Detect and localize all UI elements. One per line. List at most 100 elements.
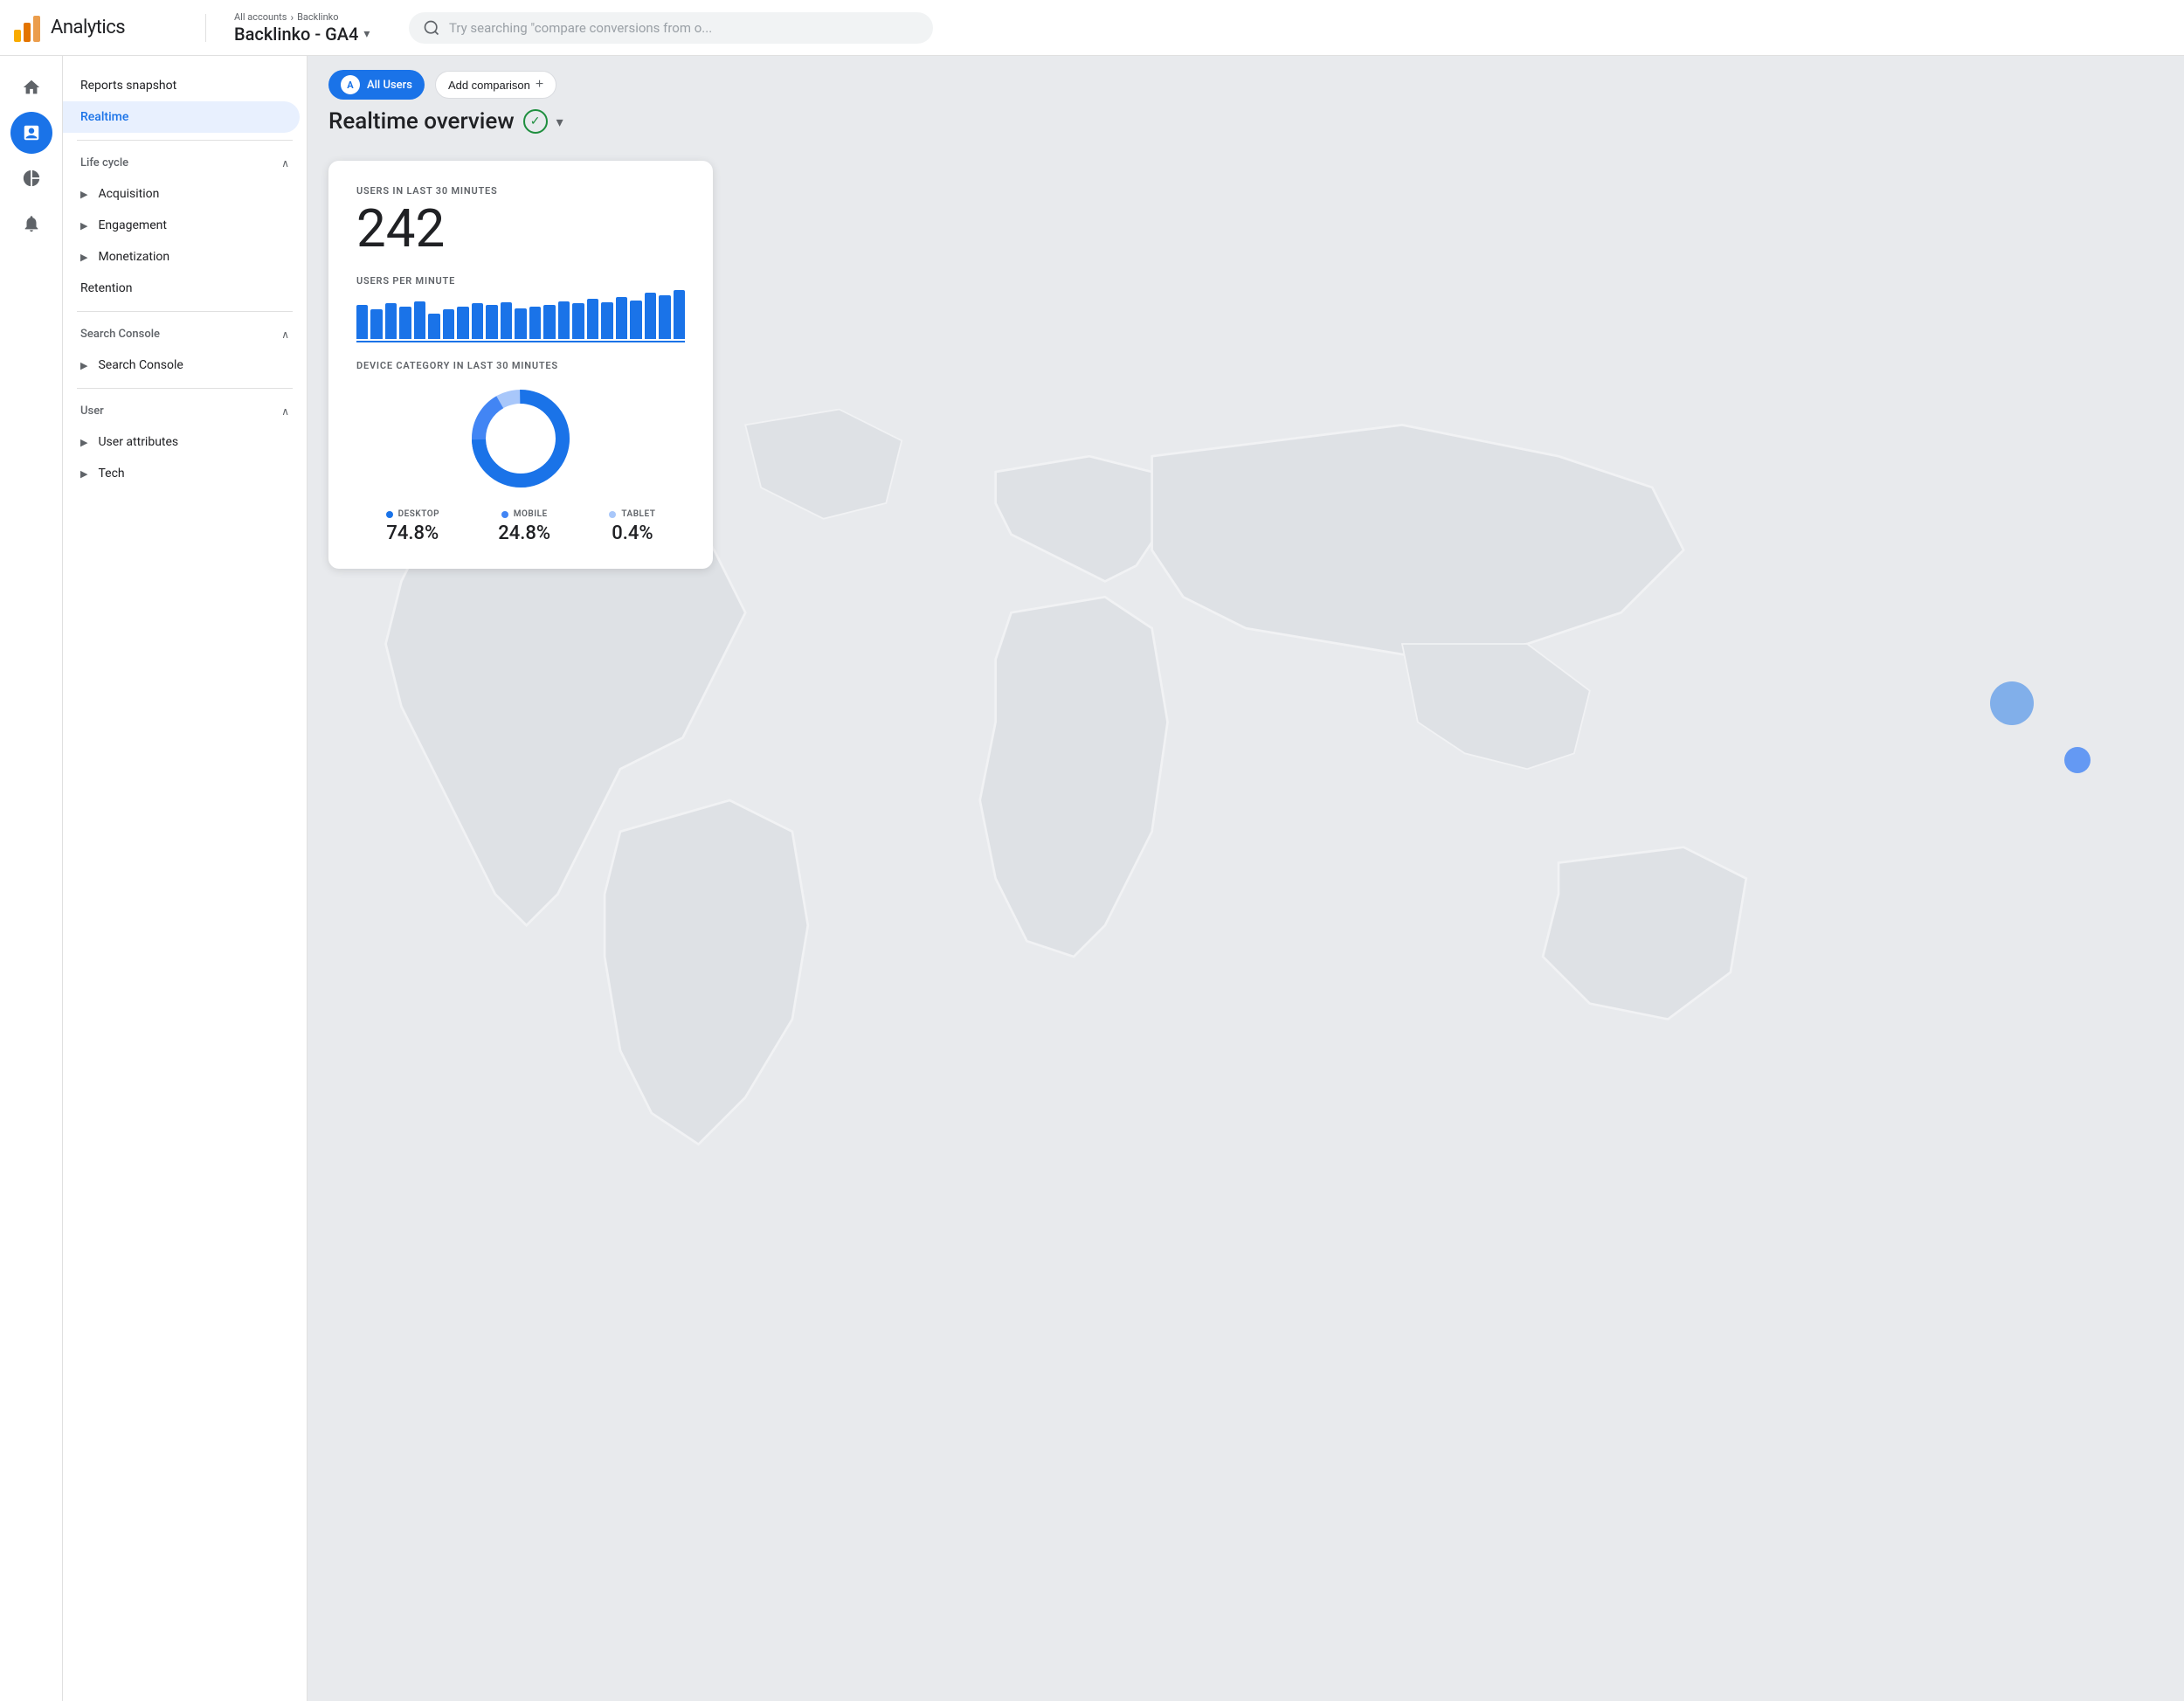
nav-home[interactable] [10, 66, 52, 108]
bar-chart-bar [616, 297, 627, 339]
all-users-chip[interactable]: A All Users [328, 70, 425, 100]
breadcrumb-account: Backlinko [297, 11, 338, 23]
app-title: Analytics [51, 17, 125, 38]
mobile-dot [501, 511, 508, 518]
sidebar-item-engagement[interactable]: ▶ Engagement [63, 210, 300, 241]
map-activity-dot-medium [2064, 747, 2091, 773]
sidebar-item-acquisition[interactable]: ▶ Acquisition [63, 178, 300, 210]
donut-chart [464, 382, 577, 495]
arrow-icon: ▶ [80, 220, 87, 232]
sidebar-group-search-console[interactable]: Search Console ∧ [63, 319, 307, 349]
bar-chart-bar [543, 305, 555, 339]
search-bar[interactable]: Try searching "compare conversions from … [409, 12, 933, 44]
device-category-section: DEVICE CATEGORY IN LAST 30 MINUTES [356, 360, 685, 544]
device-category-label: DEVICE CATEGORY IN LAST 30 MINUTES [356, 360, 685, 371]
breadcrumb-separator: › [290, 11, 294, 24]
sidebar-item-realtime[interactable]: Realtime [63, 101, 300, 133]
bar-chart-bar [501, 302, 512, 339]
lifecycle-collapse-icon: ∧ [281, 157, 289, 169]
desktop-dot [386, 511, 393, 518]
arrow-icon: ▶ [80, 252, 87, 263]
sidebar-item-tech[interactable]: ▶ Tech [63, 458, 300, 489]
sidebar-group-user[interactable]: User ∧ [63, 396, 307, 426]
nav-explore[interactable] [10, 157, 52, 199]
nav-advertising[interactable] [10, 203, 52, 245]
main-top-bar: A All Users Add comparison + [308, 56, 2184, 114]
main-layout: Reports snapshot Realtime Life cycle ∧ ▶… [0, 56, 2184, 1701]
tablet-dot [609, 511, 616, 518]
legend-item-tablet: TABLET 0.4% [609, 509, 655, 544]
overview-dropdown-icon[interactable]: ▾ [556, 114, 563, 130]
users-30min-label: USERS IN LAST 30 MINUTES [356, 185, 685, 197]
search-console-collapse-icon: ∧ [281, 328, 289, 341]
property-name[interactable]: Backlinko - GA4 ▾ [234, 24, 395, 45]
sidebar-divider-1 [77, 140, 293, 141]
sidebar-divider-2 [77, 311, 293, 312]
sidebar: Reports snapshot Realtime Life cycle ∧ ▶… [63, 56, 308, 1701]
search-placeholder-text: Try searching "compare conversions from … [449, 20, 712, 36]
bar-chart-bar [472, 303, 483, 339]
bar-chart-bar [443, 309, 454, 339]
tablet-label: TABLET [621, 509, 655, 519]
bar-chart-bar [486, 305, 497, 339]
bar-chart-bar [572, 303, 584, 339]
bar-chart-bar [645, 293, 656, 339]
status-check-icon: ✓ [523, 109, 548, 134]
users-per-minute-chart [356, 290, 685, 342]
tablet-value: 0.4% [612, 522, 653, 544]
bar-chart-bar [385, 303, 397, 339]
arrow-icon: ▶ [80, 437, 87, 448]
bar-chart-bar [529, 307, 541, 339]
bar-chart-bar [370, 309, 382, 339]
mobile-label: MOBILE [514, 509, 548, 519]
arrow-icon: ▶ [80, 468, 87, 480]
nav-reports[interactable] [10, 112, 52, 154]
icon-nav [0, 56, 63, 1701]
users-per-minute-label: USERS PER MINUTE [356, 275, 685, 287]
sidebar-item-user-attributes[interactable]: ▶ User attributes [63, 426, 300, 458]
sidebar-item-search-console[interactable]: ▶ Search Console [63, 349, 300, 381]
realtime-card: USERS IN LAST 30 MINUTES 242 USERS PER M… [328, 161, 713, 569]
sidebar-item-retention[interactable]: Retention [63, 273, 300, 304]
sidebar-item-reports-snapshot[interactable]: Reports snapshot [63, 70, 300, 101]
bar-chart-bar [428, 314, 439, 339]
desktop-label: DESKTOP [398, 509, 439, 519]
bar-chart-bar [356, 305, 368, 339]
user-chip-avatar: A [341, 75, 360, 94]
all-users-label: All Users [367, 79, 412, 92]
arrow-icon: ▶ [80, 189, 87, 200]
breadcrumb: All accounts › Backlinko [234, 11, 395, 24]
mobile-value: 24.8% [498, 522, 550, 544]
bar-chart-bar [457, 307, 468, 339]
main-content: A All Users Add comparison + Realtime ov… [308, 56, 2184, 1701]
bar-chart-bar [674, 290, 685, 339]
map-activity-dot-large [1990, 681, 2034, 725]
desktop-value: 74.8% [386, 522, 439, 544]
bar-chart-bar [659, 295, 670, 339]
overview-title-row: Realtime overview ✓ ▾ [328, 108, 563, 135]
property-dropdown-icon: ▾ [363, 27, 370, 41]
bar-chart-bar [399, 307, 411, 339]
sidebar-item-monetization[interactable]: ▶ Monetization [63, 241, 300, 273]
device-legend: DESKTOP 74.8% MOBILE 24.8% [356, 509, 685, 544]
user-collapse-icon: ∧ [281, 405, 289, 418]
sidebar-divider-3 [77, 388, 293, 389]
plus-icon: + [536, 77, 543, 93]
overview-title: Realtime overview [328, 108, 515, 135]
bar-chart-bar [558, 301, 570, 339]
legend-item-desktop: DESKTOP 74.8% [386, 509, 439, 544]
account-selector[interactable]: All accounts › Backlinko Backlinko - GA4… [220, 11, 395, 45]
arrow-icon: ▶ [80, 360, 87, 371]
donut-chart-container [356, 382, 685, 495]
breadcrumb-accounts: All accounts [234, 11, 287, 23]
add-comparison-button[interactable]: Add comparison + [435, 71, 556, 99]
bar-chart-bar [601, 302, 612, 339]
search-icon [423, 19, 440, 37]
bar-chart-bar [630, 301, 641, 339]
bar-chart-bar [414, 301, 425, 339]
analytics-logo-icon [14, 14, 40, 42]
users-count: 242 [356, 200, 685, 258]
legend-item-mobile: MOBILE 24.8% [498, 509, 550, 544]
sidebar-group-lifecycle[interactable]: Life cycle ∧ [63, 148, 307, 178]
header-logo: Analytics [14, 14, 206, 42]
